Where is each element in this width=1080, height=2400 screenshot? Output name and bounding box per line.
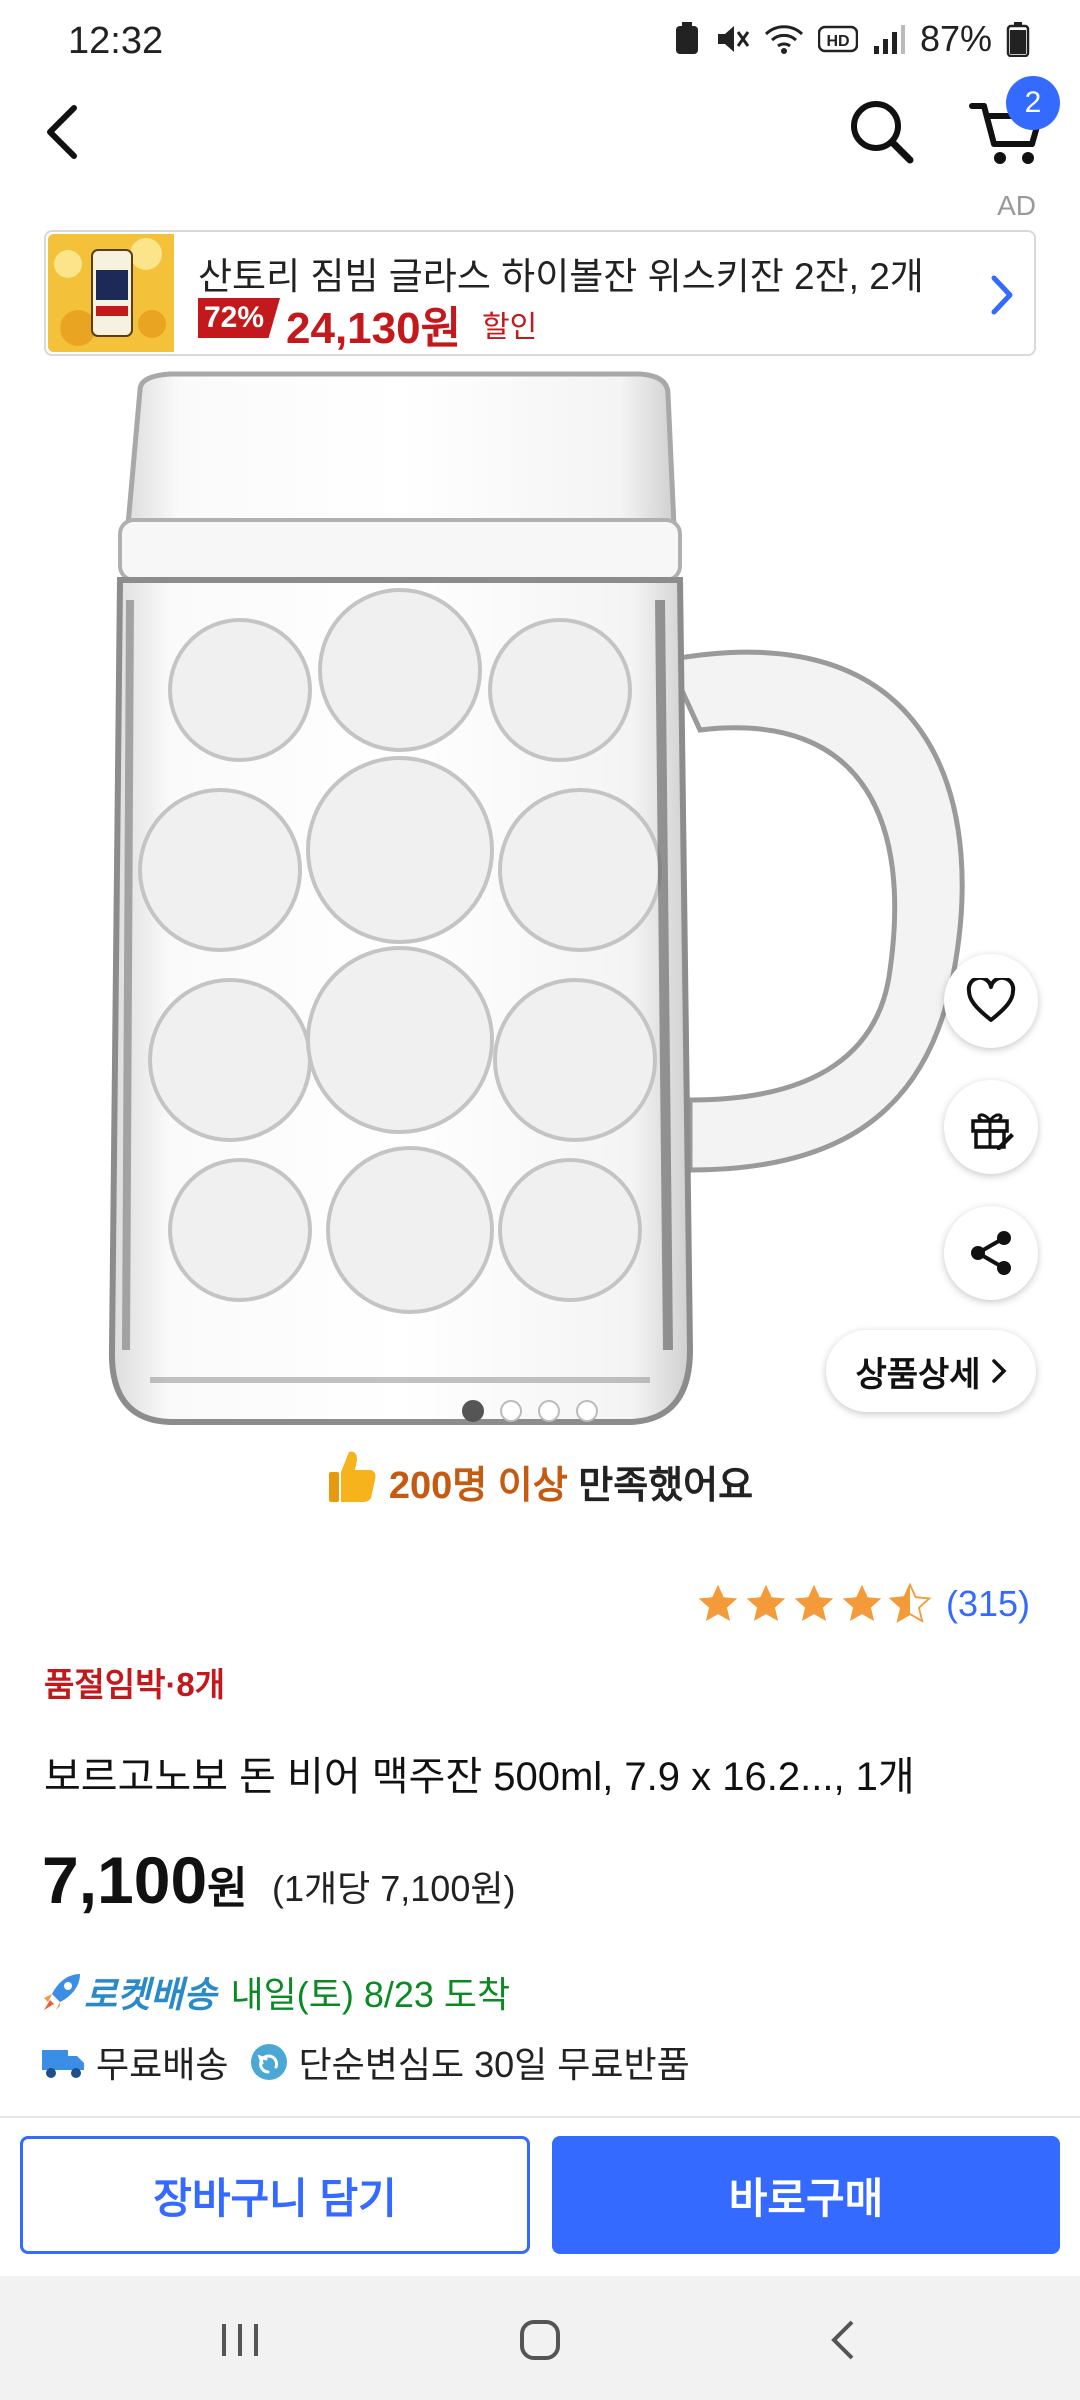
chevron-right-icon [991, 1359, 1007, 1383]
buy-now-button[interactable]: 바로구매 [552, 2136, 1060, 2254]
product-detail-label: 상품상세 [855, 1355, 981, 1394]
back-icon [47, 105, 77, 159]
arrival-date: 내일(토) 8/23 도착 [230, 1974, 511, 2015]
battery-percent: 87% [919, 18, 992, 59]
rocket-delivery-label: 로켓배송 [84, 1974, 217, 2015]
gift-button[interactable] [944, 1080, 1038, 1174]
star-icon [842, 1584, 882, 1622]
rocket-icon [44, 1974, 80, 2010]
stock-notice: 품절임박·8개 [44, 1666, 226, 1703]
carousel-indicator [462, 1400, 598, 1422]
battery-icon [1006, 22, 1030, 57]
carousel-dot[interactable] [538, 1400, 560, 1422]
review-count: (315) [946, 1583, 1031, 1624]
star-icon [746, 1584, 786, 1622]
product-image[interactable] [0, 370, 1080, 1430]
cart-count-badge: 2 [1006, 76, 1060, 130]
star-icon [698, 1584, 738, 1622]
ad-banner[interactable]: 산토리 짐빔 글라스 하이볼잔 위스키잔 2잔, 2개 72% 24,130원 … [44, 230, 1036, 356]
mute-icon [717, 26, 750, 52]
price-value: 7,100 [42, 1843, 208, 1917]
wifi-icon [764, 25, 803, 54]
action-bar-divider [0, 2116, 1080, 2118]
share-button[interactable] [944, 1206, 1038, 1300]
chevron-right-icon [991, 275, 1013, 315]
half-star-icon [888, 1582, 932, 1623]
carousel-dot[interactable] [462, 1400, 484, 1422]
add-to-cart-button[interactable]: 장바구니 담기 [20, 2136, 530, 2254]
battery-saver-icon [675, 22, 698, 54]
hd-icon: HD [817, 25, 858, 53]
return-policy-label: 단순변심도 30일 무료반품 [298, 2044, 690, 2085]
signal-icon [873, 25, 905, 54]
gift-icon [971, 1113, 1014, 1150]
product-detail-button[interactable]: 상품상세 [826, 1330, 1036, 1412]
svg-text:HD: HD [826, 33, 849, 50]
wishlist-button[interactable] [944, 954, 1038, 1048]
carousel-dot[interactable] [500, 1400, 522, 1422]
ad-price: 24,130원 [286, 304, 462, 353]
ad-label: AD [997, 190, 1036, 221]
free-shipping-label: 무료배송 [96, 2044, 229, 2085]
satisfaction-banner: 200명 이상 만족했어요 [0, 1448, 1080, 1509]
share-icon [971, 1231, 1011, 1275]
ad-thumbnail [48, 234, 174, 352]
beer-mug-image [108, 371, 965, 1425]
search-button[interactable] [846, 96, 918, 168]
status-time: 12:32 [68, 20, 164, 62]
truck-icon [42, 2050, 84, 2078]
ad-sale-tag: 할인 [482, 311, 538, 344]
search-icon [851, 101, 914, 164]
ad-product-image [48, 234, 174, 352]
status-bar: 12:32 HD 87% [0, 0, 1080, 84]
price-currency: 원 [207, 1864, 248, 1913]
recent-apps-icon[interactable] [200, 2310, 280, 2370]
star-icon [794, 1584, 834, 1622]
product-price: 7,100원 [42, 1842, 248, 1918]
satisfaction-text: 만족했어요 [567, 1465, 754, 1507]
satisfaction-highlight: 200명 이상 [388, 1465, 568, 1507]
status-icons: HD 87% [674, 18, 1030, 60]
carousel-dot[interactable] [576, 1400, 598, 1422]
delivery-row: 로켓배송 내일(토) 8/23 도착 [40, 1966, 510, 2018]
heart-icon [966, 978, 1016, 1022]
back-button[interactable] [36, 96, 92, 168]
thumbs-up-icon [328, 1451, 376, 1502]
system-back-icon[interactable] [804, 2310, 884, 2370]
shipping-info-row: 무료배송 단순변심도 30일 무료반품 [40, 2036, 690, 2088]
rating[interactable]: (315) [696, 1582, 1030, 1626]
return-icon [251, 2044, 288, 2080]
home-icon[interactable] [500, 2310, 580, 2370]
product-title: 보르고노보 돈 비어 맥주잔 500ml, 7.9 x 16.2..., 1개 [44, 1755, 915, 1799]
unit-price: (1개당 7,100원) [272, 1868, 516, 1909]
ad-discount-badge: 72% [198, 298, 281, 338]
